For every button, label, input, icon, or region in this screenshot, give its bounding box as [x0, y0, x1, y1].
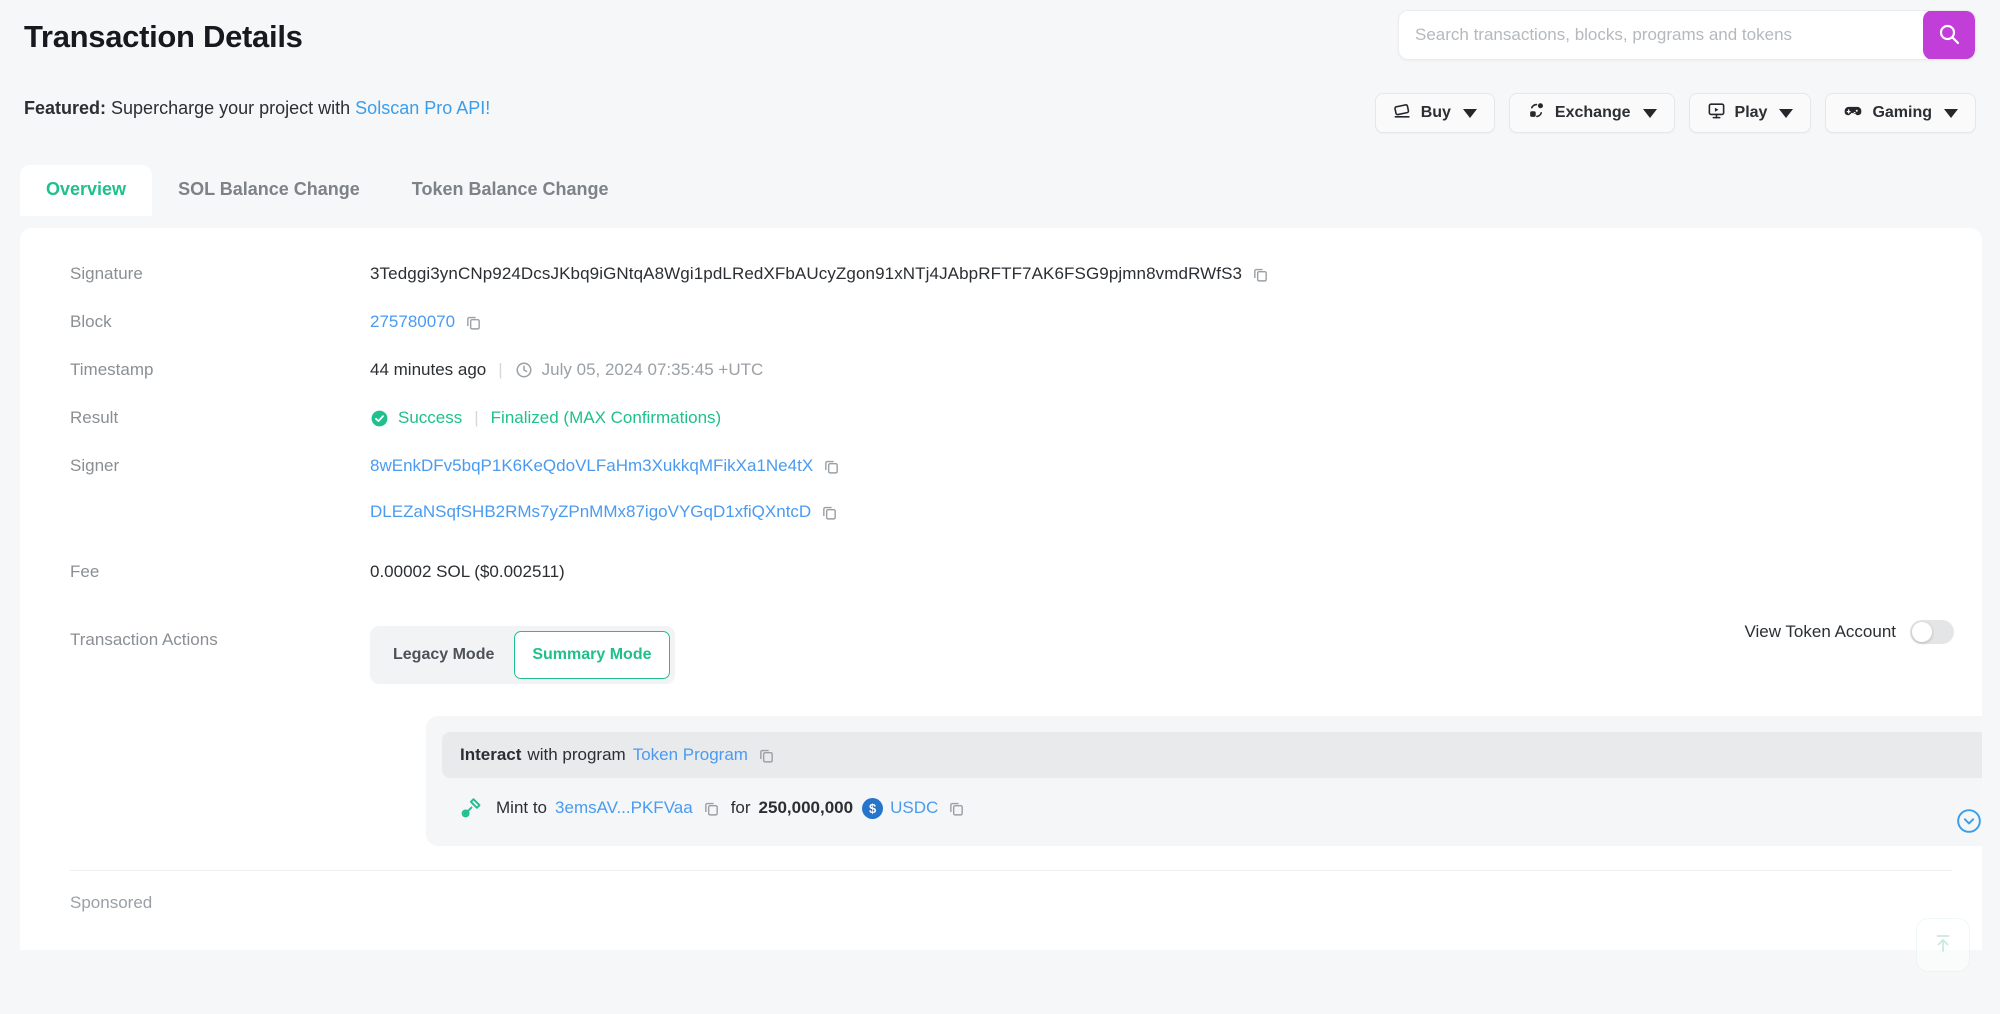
view-token-account-label: View Token Account — [1744, 622, 1896, 641]
transaction-action-panel: Interact with program Token Program Mint… — [426, 716, 1982, 846]
signature-label: Signature — [70, 264, 143, 283]
chevron-down-icon — [1779, 108, 1794, 118]
timestamp-label: Timestamp — [70, 360, 154, 379]
check-circle-icon — [370, 409, 389, 428]
fee-label: Fee — [70, 562, 100, 581]
mint-action-label: Mint to — [496, 798, 548, 817]
search-button[interactable] — [1923, 11, 1975, 59]
row-result: Result Success | Finalized (MAX Confirma… — [48, 394, 1954, 442]
usdc-token-link[interactable]: USDC — [890, 798, 938, 818]
row-fee: Fee 0.00002 SOL ($0.002511) — [48, 536, 1954, 596]
legacy-mode-button[interactable]: Legacy Mode — [375, 631, 512, 679]
transaction-actions-label: Transaction Actions — [70, 630, 218, 649]
search-bar[interactable] — [1398, 10, 1976, 60]
interact-program-bar: Interact with program Token Program — [442, 732, 1982, 778]
play-monitor-icon — [1707, 101, 1726, 125]
card-swipe-icon — [1393, 101, 1412, 125]
row-transaction-actions: Transaction Actions Legacy Mode Summary … — [48, 596, 1954, 694]
nav-button-play[interactable]: Play — [1688, 93, 1812, 133]
featured-label: Featured: — [24, 98, 107, 119]
chevron-down-icon — [1462, 108, 1477, 118]
signer-value-wrap: 8wEnkDFv5bqP1K6KeQdoVLFaHm3XukkqMFikXa1N… — [370, 452, 840, 526]
signer-item: 8wEnkDFv5bqP1K6KeQdoVLFaHm3XukkqMFikXa1N… — [370, 452, 840, 480]
tab-bar: Overview SOL Balance Change Token Balanc… — [20, 165, 635, 216]
block-link[interactable]: 275780070 — [370, 308, 455, 336]
nav-button-exchange[interactable]: Exchange — [1508, 93, 1675, 133]
nav-button-gaming-label: Gaming — [1872, 104, 1932, 121]
summary-mode-button[interactable]: Summary Mode — [514, 631, 670, 679]
mint-amount: 250,000,000 — [758, 798, 854, 817]
result-confirmation: Finalized (MAX Confirmations) — [490, 408, 722, 427]
transaction-actions-controls: Legacy Mode Summary Mode — [370, 626, 675, 684]
token-program-link[interactable]: Token Program — [633, 745, 748, 765]
sponsored-label: Sponsored — [70, 893, 153, 912]
fee-value: 0.00002 SOL ($0.002511) — [370, 562, 565, 581]
result-label: Result — [70, 408, 119, 427]
block-label: Block — [70, 312, 112, 331]
signer-address-1[interactable]: 8wEnkDFv5bqP1K6KeQdoVLFaHm3XukkqMFikXa1N… — [370, 452, 813, 480]
chevron-down-icon — [1944, 108, 1958, 118]
copy-token-program-icon[interactable] — [758, 747, 775, 764]
view-token-account-control: View Token Account — [1744, 620, 1954, 644]
timestamp-separator: | — [498, 360, 503, 379]
copy-mint-destination-icon[interactable] — [703, 800, 720, 817]
row-signature: Signature 3Tedggi3ynCNp924DcsJKbq9iGNtqA… — [48, 250, 1954, 298]
result-status: Success — [398, 408, 463, 427]
timestamp-absolute: July 05, 2024 07:35:45 +UTC — [541, 360, 764, 379]
interact-middle: with program — [527, 745, 626, 764]
signature-value-wrap: 3Tedggi3ynCNp924DcsJKbq9iGNtqA8Wgi1pdLRe… — [370, 260, 1269, 288]
signature-value: 3Tedggi3ynCNp924DcsJKbq9iGNtqA8Wgi1pdLRe… — [370, 264, 1243, 283]
search-input[interactable] — [1399, 11, 1923, 59]
nav-button-buy[interactable]: Buy — [1374, 93, 1495, 133]
solscan-pro-api-link[interactable]: Solscan Pro API! — [355, 98, 490, 118]
result-value-wrap: Success | Finalized (MAX Confirmations) — [370, 404, 721, 432]
interact-prefix: Interact — [460, 745, 522, 764]
block-value-wrap: 275780070 — [370, 308, 482, 336]
row-timestamp: Timestamp 44 minutes ago | July 05, 2024… — [48, 346, 1954, 394]
nav-button-buy-label: Buy — [1420, 104, 1451, 121]
result-separator: | — [474, 408, 479, 427]
nav-button-play-label: Play — [1734, 104, 1768, 121]
nav-button-exchange-label: Exchange — [1554, 104, 1631, 121]
mint-action-row: Mint to 3emsAV...PKFVaa for 250,000,000 … — [442, 778, 1982, 830]
mint-hammer-icon — [460, 796, 484, 820]
chevron-down-icon — [1642, 108, 1657, 118]
clock-icon — [515, 361, 533, 379]
exchange-icon — [1527, 101, 1546, 125]
view-token-account-toggle[interactable] — [1910, 620, 1954, 644]
scroll-to-top-button[interactable] — [1916, 918, 1970, 972]
nav-button-gaming[interactable]: Gaming — [1825, 93, 1976, 133]
copy-signer-2-icon[interactable] — [821, 504, 838, 521]
mint-destination-link[interactable]: 3emsAV...PKFVaa — [555, 798, 693, 818]
copy-usdc-icon[interactable] — [948, 800, 965, 817]
featured-text: Supercharge your project with — [111, 98, 351, 119]
mode-toggle-group: Legacy Mode Summary Mode — [370, 626, 675, 684]
mint-for-label: for — [730, 798, 751, 817]
gamepad-icon — [1843, 101, 1863, 126]
timestamp-relative: 44 minutes ago — [370, 360, 487, 379]
toggle-knob — [1912, 622, 1932, 642]
row-signer: Signer 8wEnkDFv5bqP1K6KeQdoVLFaHm3XukkqM… — [48, 442, 1954, 536]
tab-overview[interactable]: Overview — [20, 165, 153, 216]
top-nav-buttons: Buy Exchange Play Gaming — [1374, 93, 1976, 133]
status-badge: Success — [370, 404, 462, 432]
copy-block-icon[interactable] — [465, 314, 482, 331]
copy-signer-1-icon[interactable] — [823, 458, 840, 475]
tab-sol-balance-change[interactable]: SOL Balance Change — [152, 165, 386, 216]
copy-signature-icon[interactable] — [1252, 266, 1269, 283]
transaction-details-page: Transaction Details Featured: Supercharg… — [0, 0, 2000, 1014]
row-block: Block 275780070 — [48, 298, 1954, 346]
signer-item: DLEZaNSqfSHB2RMs7yZPnMMx87igoVYGqD1xfiQX… — [370, 498, 840, 526]
overview-card: Signature 3Tedggi3ynCNp924DcsJKbq9iGNtqA… — [20, 228, 1982, 950]
search-icon — [1937, 22, 1961, 49]
tab-token-balance-change[interactable]: Token Balance Change — [386, 165, 635, 216]
scroll-to-top-icon — [1931, 931, 1955, 960]
signer-label: Signer — [70, 456, 120, 475]
timestamp-value-wrap: 44 minutes ago | July 05, 2024 07:35:45 … — [370, 356, 763, 384]
usdc-token-icon: $ — [862, 797, 884, 819]
signer-address-2[interactable]: DLEZaNSqfSHB2RMs7yZPnMMx87igoVYGqD1xfiQX… — [370, 498, 811, 526]
expand-mint-details-button[interactable] — [1956, 808, 1982, 834]
